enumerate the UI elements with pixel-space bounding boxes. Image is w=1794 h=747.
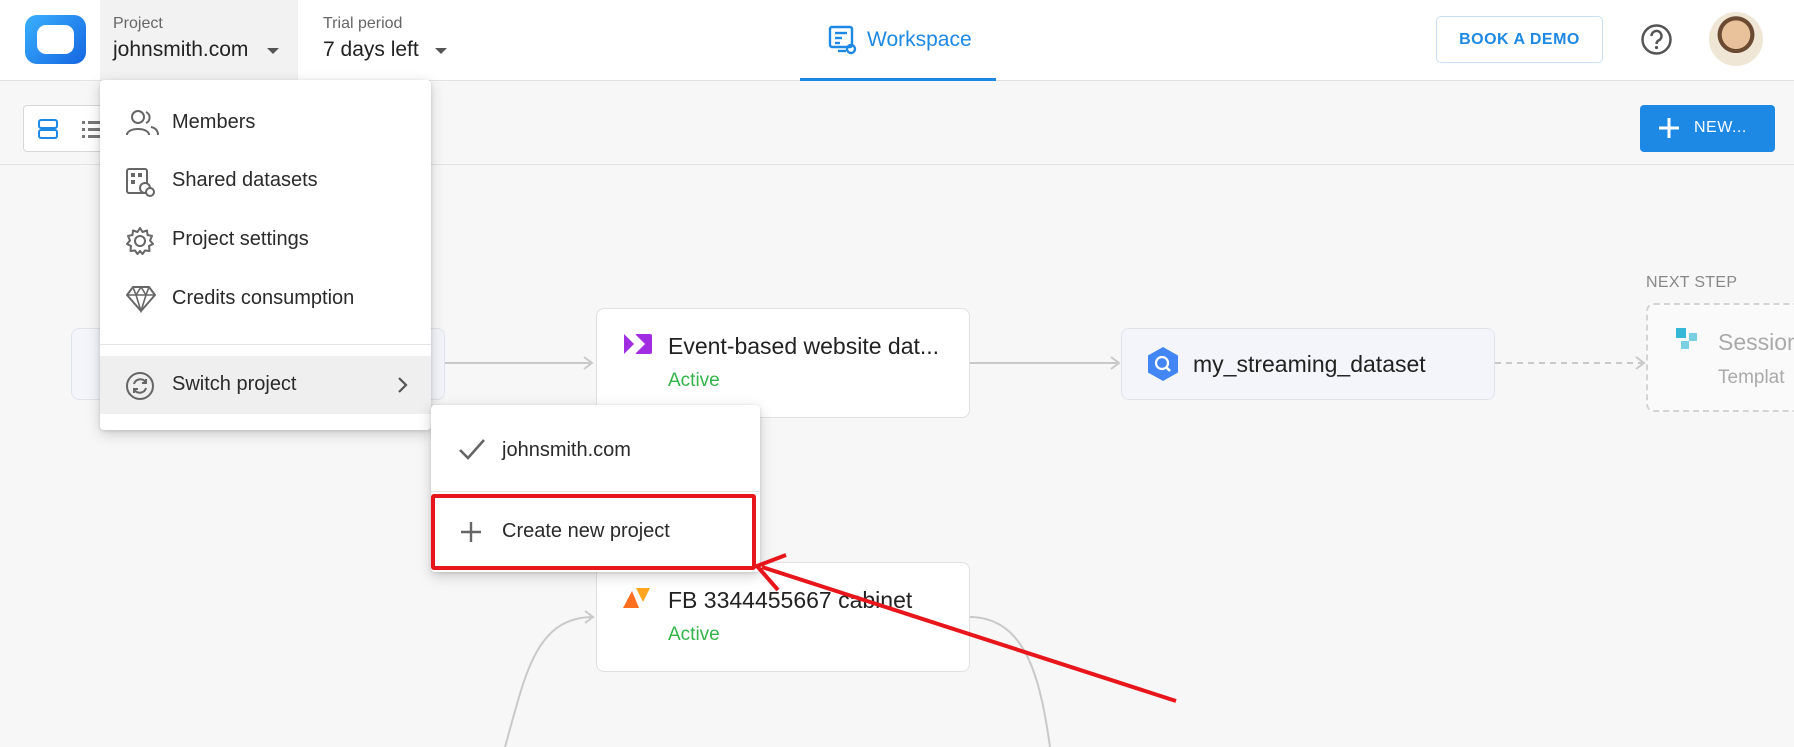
chevron-right-icon: [397, 376, 409, 399]
node-name: Event-based website dat...: [668, 333, 940, 359]
fb-cabinet-node[interactable]: FB 3344455667 cabinet Active: [596, 562, 970, 672]
gear-icon: [125, 226, 155, 261]
view-toggle: [23, 105, 109, 152]
trial-value: 7 days left: [323, 38, 419, 61]
caret-down-icon: [267, 48, 279, 54]
menu-item-label: Switch project: [172, 373, 297, 395]
menu-divider: [100, 344, 431, 345]
checkmark-icon: [458, 438, 486, 465]
dataset-name: my_streaming_dataset: [1193, 351, 1426, 377]
project-selector[interactable]: Project johnsmith.com: [100, 0, 298, 80]
members-icon: [125, 109, 159, 142]
menu-item-label: Shared datasets: [172, 169, 318, 191]
tab-workspace[interactable]: Workspace: [800, 0, 996, 81]
project-option-label: johnsmith.com: [502, 439, 631, 461]
event-stream-icon: [623, 333, 653, 360]
node-name: FB 3344455667 cabinet: [668, 587, 913, 613]
new-button[interactable]: NEW...: [1640, 105, 1775, 152]
next-step-label: NEXT STEP: [1646, 274, 1738, 291]
shared-datasets-icon: [125, 167, 155, 202]
menu-item-switch-project[interactable]: Switch project: [100, 356, 431, 414]
menu-item-shared-datasets[interactable]: Shared datasets: [100, 152, 431, 210]
app-logo[interactable]: [25, 15, 86, 64]
menu-item-credits-consumption[interactable]: Credits consumption: [100, 270, 431, 328]
bigquery-icon: [1144, 345, 1182, 388]
node-status: Active: [668, 624, 720, 645]
node-status: Active: [668, 370, 720, 391]
plus-icon: [1659, 118, 1679, 138]
menu-item-label: Members: [172, 111, 256, 133]
help-icon[interactable]: [1640, 23, 1673, 61]
card-view-icon: [38, 118, 58, 139]
menu-item-members[interactable]: Members: [100, 94, 431, 152]
workspace-tab-label: Workspace: [867, 28, 972, 51]
project-option-current[interactable]: johnsmith.com: [431, 411, 760, 491]
project-menu: Members Shared datasets Project settings: [100, 80, 431, 430]
next-step-template-node[interactable]: Session Templat: [1646, 303, 1794, 412]
next-step-name: Session: [1718, 329, 1794, 355]
list-view-icon: [82, 120, 100, 138]
card-view-button[interactable]: [24, 106, 72, 151]
menu-item-project-settings[interactable]: Project settings: [100, 211, 431, 269]
switch-icon: [125, 371, 155, 406]
trial-label: Trial period: [323, 15, 403, 32]
streaming-dataset-node[interactable]: my_streaming_dataset: [1121, 328, 1495, 400]
menu-item-label: Credits consumption: [172, 287, 355, 309]
workspace-icon: [827, 24, 859, 61]
user-avatar[interactable]: [1709, 12, 1763, 66]
caret-down-icon: [435, 48, 447, 54]
top-header: Project johnsmith.com Trial period 7 day…: [0, 0, 1794, 81]
trial-period-selector[interactable]: Trial period 7 days left: [310, 0, 470, 80]
facebook-ads-icon: [623, 587, 651, 614]
book-demo-button[interactable]: BOOK A DEMO: [1436, 16, 1603, 63]
project-label: Project: [113, 15, 163, 32]
next-step-sub: Templat: [1718, 367, 1785, 388]
new-button-label: NEW...: [1694, 119, 1747, 136]
project-value: johnsmith.com: [113, 38, 249, 61]
annotation-highlight-box: [431, 494, 756, 570]
template-icon: [1675, 327, 1701, 358]
diamond-icon: [125, 285, 157, 318]
menu-item-label: Project settings: [172, 228, 309, 250]
event-dataset-node[interactable]: Event-based website dat... Active: [596, 308, 970, 418]
